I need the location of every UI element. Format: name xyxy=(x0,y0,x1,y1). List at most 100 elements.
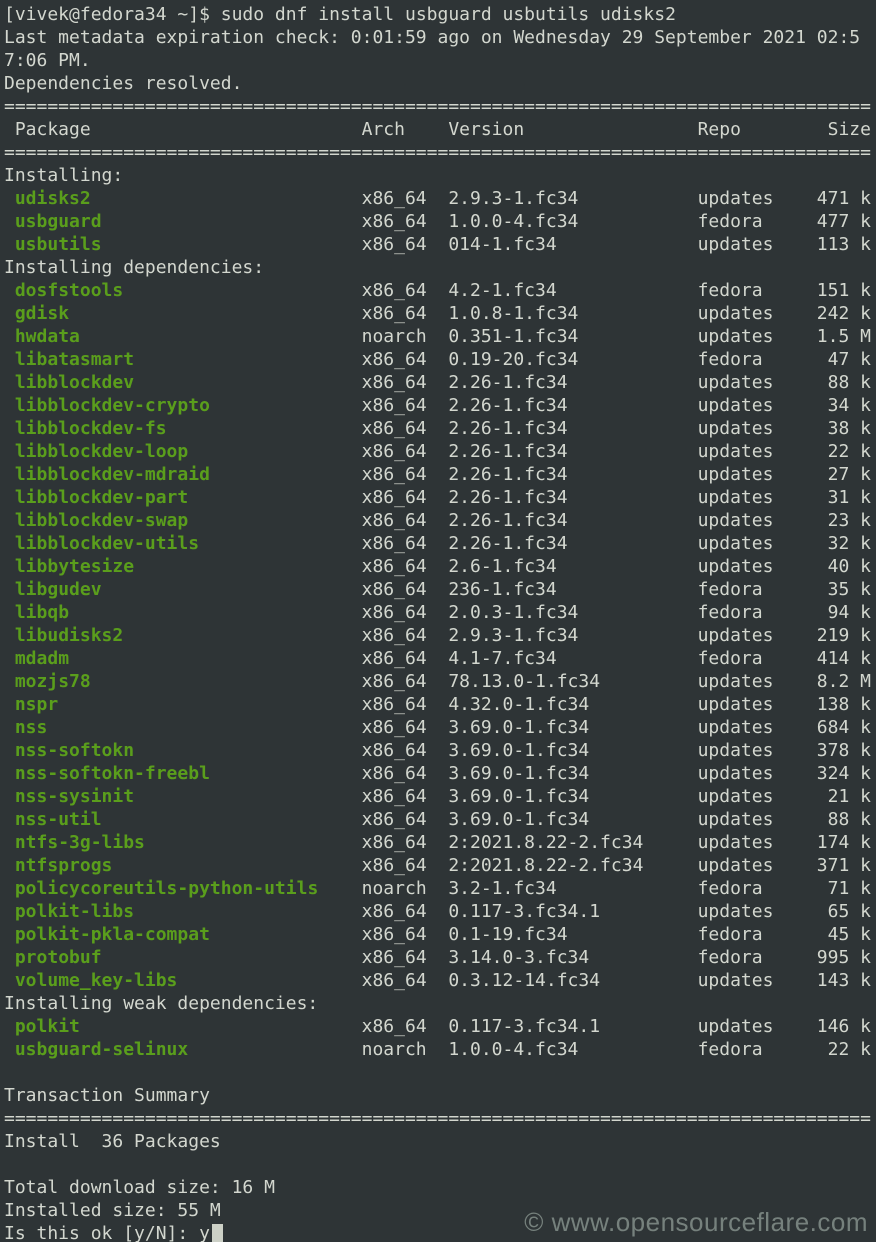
package-row: libblockdev-fs x86_64 2.26-1.fc34 update… xyxy=(4,417,876,440)
package-name: libblockdev-utils xyxy=(15,533,199,554)
package-row: nss-softokn-freebl x86_64 3.69.0-1.fc34 … xyxy=(4,762,876,785)
package-row: nspr x86_64 4.32.0-1.fc34 updates 138 k xyxy=(4,693,876,716)
package-row: libblockdev-crypto x86_64 2.26-1.fc34 up… xyxy=(4,394,876,417)
row-indent xyxy=(4,579,15,600)
package-details: x86_64 78.13.0-1.fc34 updates 8.2 M xyxy=(91,671,871,692)
package-name: libblockdev-crypto xyxy=(15,395,210,416)
package-name: usbutils xyxy=(15,234,102,255)
watermark-text: © www.opensourceflare.com xyxy=(524,1207,868,1238)
package-row: libgudev x86_64 236-1.fc34 fedora 35 k xyxy=(4,578,876,601)
package-name: libqb xyxy=(15,602,69,623)
package-row: polkit x86_64 0.117-3.fc34.1 updates 146… xyxy=(4,1015,876,1038)
package-details: x86_64 1.0.8-1.fc34 updates 242 k xyxy=(69,303,871,324)
terminal-window[interactable]: [vivek@fedora34 ~]$ sudo dnf install usb… xyxy=(0,0,876,1242)
row-indent xyxy=(4,372,15,393)
package-name: polkit-pkla-compat xyxy=(15,924,210,945)
row-indent xyxy=(4,349,15,370)
package-details: x86_64 2.26-1.fc34 updates 22 k xyxy=(188,441,871,462)
package-details: x86_64 3.14.0-3.fc34 fedora 995 k xyxy=(102,947,871,968)
package-details: x86_64 0.3.12-14.fc34 updates 143 k xyxy=(177,970,871,991)
row-indent xyxy=(4,832,15,853)
package-row: ntfs-3g-libs x86_64 2:2021.8.22-2.fc34 u… xyxy=(4,831,876,854)
package-details: x86_64 2.26-1.fc34 updates 31 k xyxy=(188,487,871,508)
package-row: mdadm x86_64 4.1-7.fc34 fedora 414 k xyxy=(4,647,876,670)
separator-line: ========================================… xyxy=(4,1107,876,1130)
package-row: protobuf x86_64 3.14.0-3.fc34 fedora 995… xyxy=(4,946,876,969)
transaction-summary-title: Transaction Summary xyxy=(4,1084,876,1107)
total-download-line: Total download size: 16 M xyxy=(4,1176,876,1199)
package-details: x86_64 0.1-19.fc34 fedora 45 k xyxy=(210,924,871,945)
package-name: mdadm xyxy=(15,648,69,669)
package-name: nss-sysinit xyxy=(15,786,134,807)
package-name: ntfsprogs xyxy=(15,855,113,876)
row-indent xyxy=(4,211,15,232)
row-indent xyxy=(4,763,15,784)
package-details: x86_64 3.69.0-1.fc34 updates 88 k xyxy=(102,809,871,830)
package-row: libbytesize x86_64 2.6-1.fc34 updates 40… xyxy=(4,555,876,578)
package-details: x86_64 3.69.0-1.fc34 updates 378 k xyxy=(134,740,871,761)
blank-line xyxy=(4,1061,876,1084)
package-name: usbguard xyxy=(15,211,102,232)
package-details: x86_64 2.26-1.fc34 updates 23 k xyxy=(188,510,871,531)
package-row: volume_key-libs x86_64 0.3.12-14.fc34 up… xyxy=(4,969,876,992)
package-row: libblockdev-part x86_64 2.26-1.fc34 upda… xyxy=(4,486,876,509)
package-row: polkit-pkla-compat x86_64 0.1-19.fc34 fe… xyxy=(4,923,876,946)
package-row: libqb x86_64 2.0.3-1.fc34 fedora 94 k xyxy=(4,601,876,624)
package-details: noarch 3.2-1.fc34 fedora 71 k xyxy=(318,878,871,899)
package-name: libblockdev-fs xyxy=(15,418,167,439)
section-label: Installing: xyxy=(4,164,876,187)
package-details: x86_64 3.69.0-1.fc34 updates 21 k xyxy=(134,786,871,807)
package-row: libblockdev-mdraid x86_64 2.26-1.fc34 up… xyxy=(4,463,876,486)
row-indent xyxy=(4,648,15,669)
package-row: polkit-libs x86_64 0.117-3.fc34.1 update… xyxy=(4,900,876,923)
confirm-prompt: Is this ok [y/N]: xyxy=(4,1223,199,1242)
row-indent xyxy=(4,1039,15,1060)
package-name: gdisk xyxy=(15,303,69,324)
package-details: x86_64 4.1-7.fc34 fedora 414 k xyxy=(69,648,871,669)
row-indent xyxy=(4,878,15,899)
blank-line xyxy=(4,1153,876,1176)
package-name: libatasmart xyxy=(15,349,134,370)
package-details: x86_64 2.9.3-1.fc34 updates 471 k xyxy=(91,188,871,209)
row-indent xyxy=(4,188,15,209)
package-name: usbguard-selinux xyxy=(15,1039,188,1060)
package-details: x86_64 2.26-1.fc34 updates 34 k xyxy=(210,395,871,416)
package-details: x86_64 1.0.0-4.fc34 fedora 477 k xyxy=(102,211,871,232)
package-row: libblockdev-utils x86_64 2.26-1.fc34 upd… xyxy=(4,532,876,555)
install-count-line: Install 36 Packages xyxy=(4,1130,876,1153)
prompt-line: [vivek@fedora34 ~]$ sudo dnf install usb… xyxy=(4,3,876,26)
package-row: usbguard x86_64 1.0.0-4.fc34 fedora 477 … xyxy=(4,210,876,233)
package-row: policycoreutils-python-utils noarch 3.2-… xyxy=(4,877,876,900)
package-name: nspr xyxy=(15,694,58,715)
row-indent xyxy=(4,1016,15,1037)
row-indent xyxy=(4,901,15,922)
section-label: Installing weak dependencies: xyxy=(4,992,876,1015)
package-row: usbguard-selinux noarch 1.0.0-4.fc34 fed… xyxy=(4,1038,876,1061)
package-name: ntfs-3g-libs xyxy=(15,832,145,853)
text-cursor[interactable] xyxy=(212,1224,223,1242)
row-indent xyxy=(4,280,15,301)
section-label: Installing dependencies: xyxy=(4,256,876,279)
package-name: mozjs78 xyxy=(15,671,91,692)
package-row: usbutils x86_64 014-1.fc34 updates 113 k xyxy=(4,233,876,256)
package-row: nss-softokn x86_64 3.69.0-1.fc34 updates… xyxy=(4,739,876,762)
row-indent xyxy=(4,924,15,945)
package-details: x86_64 2.9.3-1.fc34 updates 219 k xyxy=(123,625,871,646)
metadata-line-1: Last metadata expiration check: 0:01:59 … xyxy=(4,26,876,49)
package-details: x86_64 4.2-1.fc34 fedora 151 k xyxy=(123,280,871,301)
package-details: x86_64 2.0.3-1.fc34 fedora 94 k xyxy=(69,602,871,623)
package-name: libgudev xyxy=(15,579,102,600)
row-indent xyxy=(4,809,15,830)
package-table: Installing: udisks2 x86_64 2.9.3-1.fc34 … xyxy=(4,164,876,1061)
package-name: libbytesize xyxy=(15,556,134,577)
package-row: libblockdev-loop x86_64 2.26-1.fc34 upda… xyxy=(4,440,876,463)
package-details: x86_64 2:2021.8.22-2.fc34 updates 174 k xyxy=(145,832,871,853)
package-name: policycoreutils-python-utils xyxy=(15,878,318,899)
package-name: udisks2 xyxy=(15,188,91,209)
separator-line: ========================================… xyxy=(4,95,876,118)
row-indent xyxy=(4,694,15,715)
package-details: x86_64 236-1.fc34 fedora 35 k xyxy=(102,579,871,600)
package-name: nss-softokn-freebl xyxy=(15,763,210,784)
row-indent xyxy=(4,740,15,761)
row-indent xyxy=(4,487,15,508)
